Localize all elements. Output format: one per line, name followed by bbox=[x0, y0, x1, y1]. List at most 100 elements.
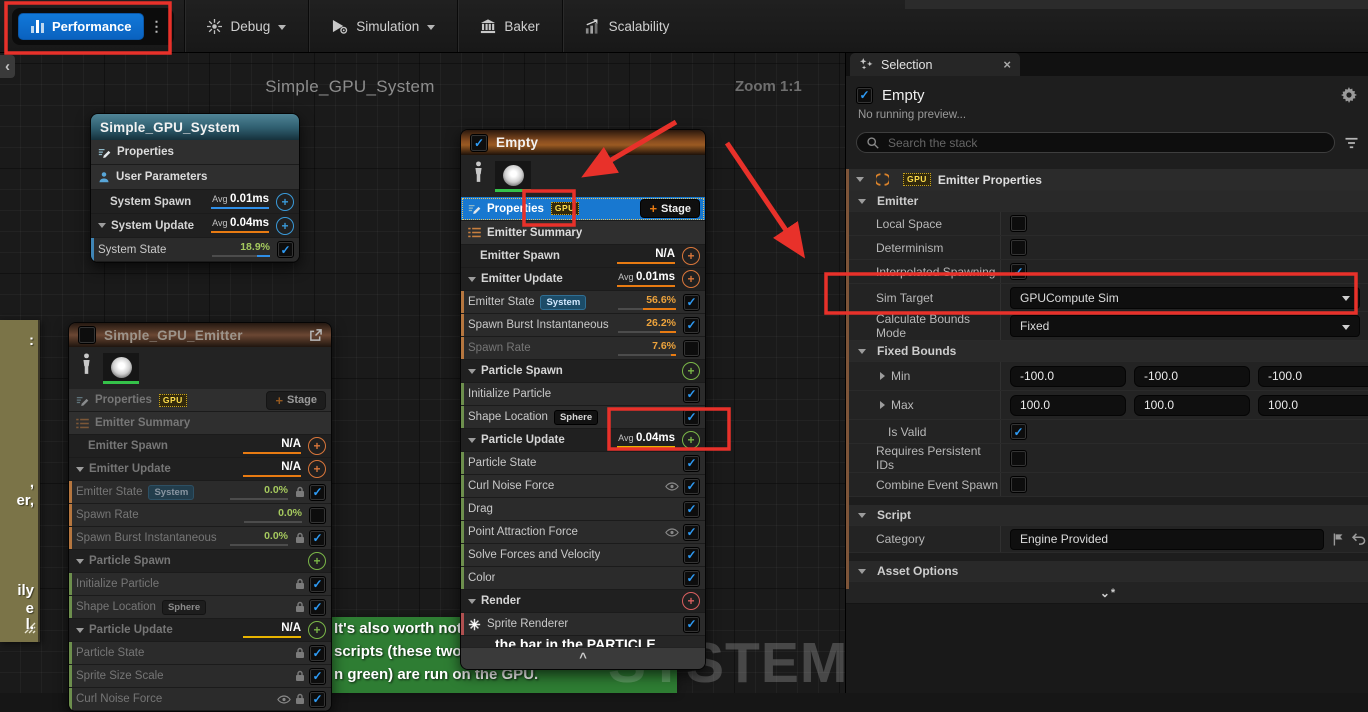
material-thumbnail[interactable] bbox=[495, 161, 531, 189]
module-enabled-checkbox[interactable] bbox=[683, 409, 700, 426]
point-attraction-force-row[interactable]: Point Attraction Force bbox=[461, 521, 705, 544]
initialize-particle-row[interactable]: Initialize Particle bbox=[69, 573, 331, 596]
spawn-rate-row[interactable]: Spawn Rate7.6% bbox=[461, 337, 705, 360]
particle-update-row[interactable]: Particle UpdateN/A+ bbox=[69, 619, 331, 642]
property-max[interactable]: Max100.0100.0100.0 bbox=[846, 391, 1368, 420]
module-enabled-checkbox[interactable] bbox=[683, 570, 700, 587]
system-update-row[interactable]: System UpdateAvg 0.04ms+ bbox=[91, 214, 299, 238]
property-sim-target[interactable]: Sim TargetGPUCompute Sim bbox=[846, 284, 1368, 312]
min-input-0[interactable]: -100.0 bbox=[1010, 366, 1126, 387]
module-enabled-checkbox[interactable] bbox=[683, 340, 700, 357]
node-enabled-checkbox[interactable] bbox=[470, 134, 488, 152]
collapse-arrow-icon[interactable] bbox=[98, 223, 106, 228]
add-module-button[interactable]: + bbox=[682, 431, 700, 449]
system-spawn-row[interactable]: System SpawnAvg 0.01ms+ bbox=[91, 190, 299, 214]
toolbar-item-scalability[interactable]: Scalability bbox=[563, 0, 692, 52]
solve-forces-and-velocity-row[interactable]: Solve Forces and Velocity bbox=[461, 544, 705, 567]
collapse-node-button[interactable]: ^ bbox=[461, 647, 705, 669]
section-script[interactable]: Script bbox=[846, 505, 1368, 526]
color-row[interactable]: Color bbox=[461, 567, 705, 590]
collapse-arrow-icon[interactable] bbox=[858, 199, 866, 204]
system-node-header[interactable]: Simple_GPU_System bbox=[91, 114, 299, 140]
emitter-node-header[interactable]: Simple_GPU_Emitter bbox=[69, 323, 331, 347]
stack-search[interactable] bbox=[856, 132, 1335, 153]
module-enabled-checkbox[interactable] bbox=[683, 616, 700, 633]
module-enabled-checkbox[interactable] bbox=[683, 524, 700, 541]
expand-details-button[interactable]: ⌄* bbox=[846, 582, 1368, 604]
module-enabled-checkbox[interactable] bbox=[309, 645, 326, 662]
module-enabled-checkbox[interactable] bbox=[683, 386, 700, 403]
collapse-arrow-icon[interactable] bbox=[468, 599, 476, 604]
is-valid-checkbox[interactable] bbox=[1010, 423, 1027, 440]
collapse-arrow-icon[interactable] bbox=[76, 559, 84, 564]
performance-options-icon[interactable]: ⋮ bbox=[144, 18, 168, 35]
section-asset-options[interactable]: Asset Options bbox=[846, 561, 1368, 582]
system-state-row[interactable]: System State18.9% bbox=[91, 238, 299, 262]
particle-state-row[interactable]: Particle State bbox=[69, 642, 331, 665]
filter-icon[interactable] bbox=[1344, 137, 1359, 149]
property-calculate-bounds-mode[interactable]: Calculate Bounds ModeFixed bbox=[846, 312, 1368, 341]
curl-noise-force-row[interactable]: Curl Noise Force bbox=[461, 475, 705, 498]
module-enabled-checkbox[interactable] bbox=[309, 484, 326, 501]
search-input[interactable] bbox=[886, 135, 1325, 151]
particle-state-row[interactable]: Particle State bbox=[461, 452, 705, 475]
local-space-checkbox[interactable] bbox=[1010, 215, 1027, 232]
requires-persistent-ids-checkbox[interactable] bbox=[1010, 450, 1027, 467]
visibility-eye-icon[interactable] bbox=[665, 528, 679, 537]
emitter-update-row[interactable]: Emitter UpdateAvg 0.01ms+ bbox=[461, 268, 705, 291]
curl-noise-force-row[interactable]: Curl Noise Force bbox=[69, 688, 331, 711]
module-enabled-checkbox[interactable] bbox=[309, 507, 326, 524]
sticky-note[interactable]: :,er,ilyel. bbox=[0, 320, 40, 642]
module-enabled-checkbox[interactable] bbox=[309, 691, 326, 708]
collapse-arrow-icon[interactable] bbox=[856, 177, 864, 182]
expand-arrow-icon[interactable] bbox=[880, 372, 885, 380]
min-input-2[interactable]: -100.0 bbox=[1258, 366, 1368, 387]
add-module-button[interactable]: + bbox=[308, 460, 326, 478]
visibility-eye-icon[interactable] bbox=[665, 482, 679, 491]
particle-spawn-row[interactable]: Particle Spawn+ bbox=[461, 360, 705, 383]
determinism-checkbox[interactable] bbox=[1010, 239, 1027, 256]
spawn-burst-instantaneous-row[interactable]: Spawn Burst Instantaneous0.0% bbox=[69, 527, 331, 550]
section-fixed-bounds[interactable]: Fixed Bounds bbox=[846, 341, 1368, 362]
collapse-arrow-icon[interactable] bbox=[468, 438, 476, 443]
open-external-icon[interactable] bbox=[309, 329, 322, 342]
render-row[interactable]: Render+ bbox=[461, 590, 705, 613]
add-stage-button[interactable]: +Stage bbox=[640, 199, 700, 218]
node-enabled-checkbox[interactable] bbox=[78, 326, 96, 344]
toolbar-item-simulation[interactable]: Simulation bbox=[309, 0, 457, 52]
drag-row[interactable]: Drag bbox=[461, 498, 705, 521]
section-emitter-properties[interactable]: GPUEmitter Properties bbox=[846, 169, 1368, 191]
reset-icon[interactable] bbox=[1352, 533, 1366, 545]
user-parameters-row[interactable]: User Parameters bbox=[91, 165, 299, 190]
module-enabled-checkbox[interactable] bbox=[309, 668, 326, 685]
collapse-arrow-icon[interactable] bbox=[468, 369, 476, 374]
module-enabled-checkbox[interactable] bbox=[309, 599, 326, 616]
combine-event-spawn-checkbox[interactable] bbox=[1010, 476, 1027, 493]
spawn-rate-row[interactable]: Spawn Rate0.0% bbox=[69, 504, 331, 527]
emitter-state-row[interactable]: Emitter StateSystem56.6% bbox=[461, 291, 705, 314]
property-local-space[interactable]: Local Space bbox=[846, 212, 1368, 236]
collapse-left-icon[interactable]: ‹ bbox=[0, 55, 15, 78]
close-icon[interactable]: × bbox=[1003, 57, 1011, 72]
properties-row[interactable]: Properties bbox=[91, 140, 299, 165]
empty-node-header[interactable]: Empty bbox=[461, 130, 705, 155]
sprite-renderer-row[interactable]: Sprite Renderer bbox=[461, 613, 705, 636]
emitter-update-row[interactable]: Emitter UpdateN/A+ bbox=[69, 458, 331, 481]
tab-selection[interactable]: Selection × bbox=[850, 53, 1020, 76]
emitter-summary-row[interactable]: Emitter Summary bbox=[461, 221, 705, 245]
initialize-particle-row[interactable]: Initialize Particle bbox=[461, 383, 705, 406]
max-input-0[interactable]: 100.0 bbox=[1010, 395, 1126, 416]
add-module-button[interactable]: + bbox=[276, 217, 294, 235]
material-thumbnail[interactable] bbox=[103, 353, 139, 381]
add-module-button[interactable]: + bbox=[682, 362, 700, 380]
max-input-2[interactable]: 100.0 bbox=[1258, 395, 1368, 416]
collapse-arrow-icon[interactable] bbox=[858, 349, 866, 354]
sprite-size-scale-row[interactable]: Sprite Size Scale bbox=[69, 665, 331, 688]
collapse-arrow-icon[interactable] bbox=[468, 277, 476, 282]
category-input[interactable]: Engine Provided bbox=[1010, 529, 1324, 550]
module-enabled-checkbox[interactable] bbox=[309, 576, 326, 593]
performance-button[interactable]: Performance bbox=[18, 13, 144, 40]
particle-update-row[interactable]: Particle UpdateAvg 0.04ms+ bbox=[461, 429, 705, 452]
toolbar-item-baker[interactable]: Baker bbox=[458, 0, 561, 52]
module-enabled-checkbox[interactable] bbox=[277, 241, 294, 258]
